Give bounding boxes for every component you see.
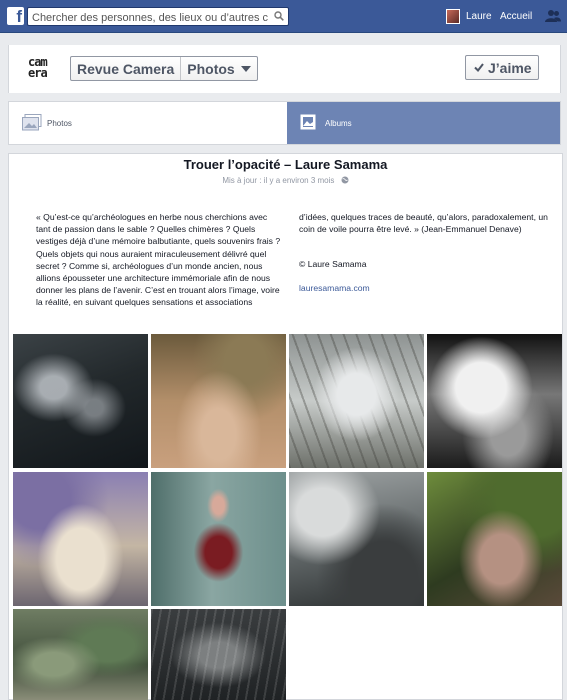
tab-photos[interactable]: Photos (9, 102, 287, 144)
page-header: cam era Revue Camera Photos J’aime (8, 45, 561, 93)
album-panel: Trouer l’opacité – Laure Samama Mis à jo… (8, 153, 563, 700)
facebook-logo-icon[interactable]: f (7, 7, 24, 26)
camera-logo[interactable]: cam era (28, 56, 60, 82)
albums-icon (300, 114, 316, 130)
album-description-right: d’idées, quelques traces de beauté, qu’a… (299, 212, 548, 235)
top-navigation-bar: f Laure Accueil (0, 0, 567, 33)
profile-link[interactable]: Laure (466, 11, 492, 22)
photo-tabs: Photos Albums (8, 101, 561, 145)
like-button[interactable]: J’aime (465, 55, 539, 80)
breadcrumb-page-link[interactable]: Revue Camera (71, 57, 180, 80)
photo-thumbnail[interactable] (151, 472, 286, 606)
photo-thumbnail[interactable] (13, 609, 148, 700)
home-link[interactable]: Accueil (500, 11, 532, 22)
album-updated-text: Mis à jour : il y a environ 3 mois (222, 176, 335, 185)
photo-thumbnail[interactable] (289, 472, 424, 606)
check-icon (474, 63, 484, 72)
breadcrumb: Revue Camera Photos (70, 56, 258, 81)
search-input[interactable] (28, 9, 268, 27)
photo-thumbnail[interactable] (151, 609, 286, 700)
tab-albums-label: Albums (325, 119, 352, 128)
album-title: Trouer l’opacité – Laure Samama (183, 157, 388, 172)
album-meta: Mis à jour : il y a environ 3 mois (9, 176, 562, 185)
photo-thumbnail[interactable] (427, 472, 562, 606)
photo-thumbnail[interactable] (13, 472, 148, 606)
photo-thumbnail[interactable] (289, 334, 424, 468)
photo-thumbnail[interactable] (427, 334, 562, 468)
chevron-down-icon (240, 66, 251, 72)
logo-text-line-2: era (28, 66, 48, 80)
photos-icon (22, 114, 42, 131)
avatar[interactable] (446, 9, 460, 24)
album-description-left: « Qu’est-ce qu’archéologues en herbe nou… (36, 212, 281, 308)
album-credit: © Laure Samama (299, 259, 367, 269)
friends-icon[interactable] (545, 9, 561, 23)
tab-albums[interactable]: Albums (287, 102, 560, 144)
like-label: J’aime (488, 60, 532, 76)
globe-icon[interactable] (341, 176, 349, 184)
photo-thumbnail[interactable] (13, 334, 148, 468)
search-icon[interactable] (274, 11, 284, 21)
search-box[interactable] (27, 7, 289, 27)
tab-photos-label: Photos (47, 119, 72, 128)
website-link[interactable]: lauresamama.com (299, 283, 370, 293)
breadcrumb-section-label: Photos (187, 61, 235, 77)
photo-thumbnail[interactable] (151, 334, 286, 468)
breadcrumb-section-dropdown[interactable]: Photos (180, 57, 256, 80)
